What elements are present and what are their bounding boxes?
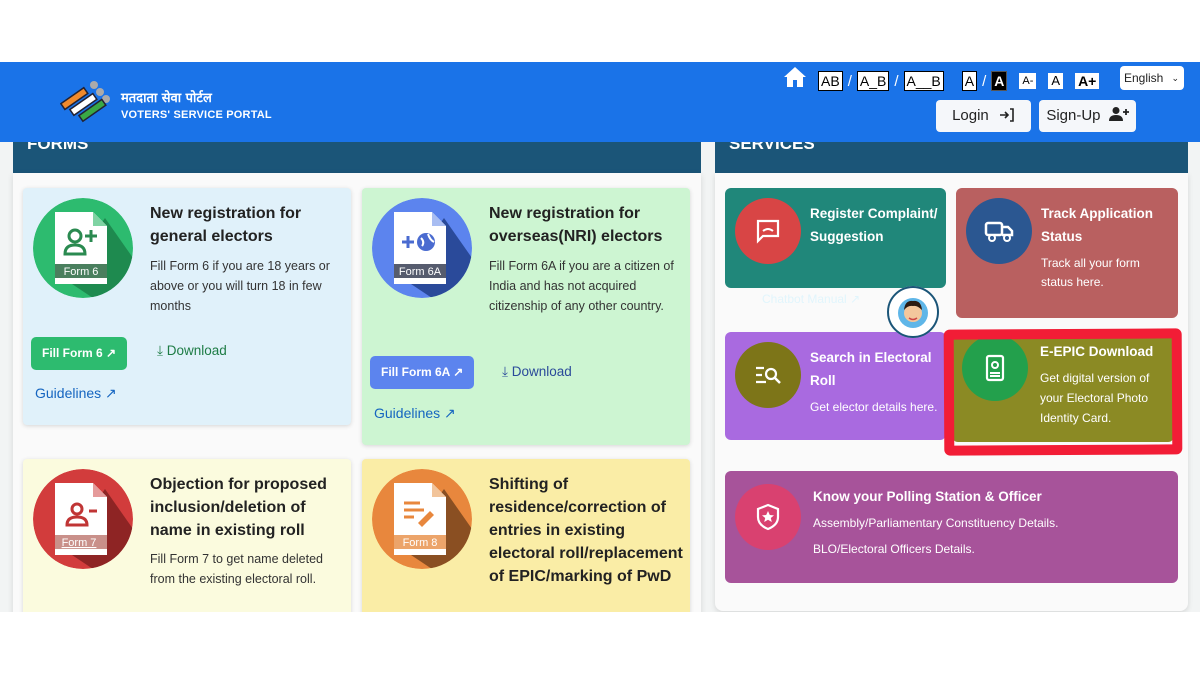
search-list-icon [735,342,801,408]
spacing-medium-button[interactable]: A_B [856,71,890,91]
user-plus-icon: Form 6 [33,198,133,298]
form-icon-label: Form 6 [64,266,99,278]
arrow-up-right-icon: ↗ [106,346,117,360]
signup-button[interactable]: Sign-Up [1039,100,1136,132]
brand-english: VOTERS' SERVICE PORTAL [121,109,272,121]
separator: / [982,72,987,90]
form-title: New registration for overseas(NRI) elect… [489,205,663,245]
service-description: BLO/Electoral Officers Details. [813,542,975,556]
arrow-up-right-icon: ↗ [444,405,456,421]
faint-link-text: Chatbot Manual [762,292,847,306]
signup-label: Sign-Up [1046,107,1101,124]
register-complaint-card[interactable]: Register Complaint/ Suggestion [725,188,946,288]
chevron-down-icon: ⌄ [1171,73,1179,83]
login-label: Login [952,107,989,124]
fill-label: Fill Form 6 [42,346,103,360]
fill-form-6-button[interactable]: Fill Form 6 ↗ [31,337,128,370]
service-description: Assembly/Parliamentary Constituency Deta… [813,516,1059,530]
form-title: New registration for general electors [150,205,302,245]
download-form-6-link[interactable]: ⤓ Download [157,343,227,359]
brand-hindi: मतदाता सेवा पोर्टल [121,91,212,106]
id-card-icon [962,335,1028,401]
service-title: Register Complaint/ Suggestion [810,206,938,244]
form-icon-label: Form 7 [62,537,97,549]
language-select[interactable]: English ⌄ [1120,66,1184,90]
chatbot-manual-link[interactable]: Chatbot Manual ↗ [762,292,860,306]
form-icon-label: Form 6A [399,266,442,278]
guidelines-form-6a-link[interactable]: Guidelines ↗ [374,405,456,422]
chat-icon [735,198,801,264]
language-value: English [1124,71,1164,85]
form-7-card: Form 7 Objection for proposed inclusion/… [23,459,351,612]
e-epic-download-card[interactable]: E-EPIC Download Get digital version of y… [952,330,1174,442]
browser-viewport: मतदाता सेवा पोर्टल VOTERS' SERVICE PORTA… [0,62,1200,612]
voter-mitra-avatar-icon [887,286,939,338]
voter-mitra-chatbot[interactable] [887,286,939,338]
download-icon: ⤓ [502,364,508,379]
form-description: Fill Form 7 to get name deleted from the… [150,552,323,586]
service-title: Search in Electoral Roll [810,350,932,388]
shield-star-icon [735,484,801,550]
service-title: Know your Polling Station & Officer [813,489,1042,504]
form-title: Shifting of residence/correction of entr… [489,476,683,585]
edit-list-icon: Form 8 [372,469,472,569]
form-description: Fill Form 6 if you are 18 years or above… [150,259,330,313]
guidelines-label: Guidelines [374,405,441,421]
arrow-up-right-icon: ↗ [105,385,117,401]
download-form-6a-link[interactable]: ⤓ Download [502,364,572,380]
search-electoral-roll-card[interactable]: Search in Electoral Roll Get elector det… [725,332,946,440]
spacing-normal-button[interactable]: AB [818,71,843,91]
arrow-up-right-icon: ↗ [453,365,464,379]
download-label: Download [511,364,572,379]
service-description: Get digital version of your Electoral Ph… [1040,371,1150,425]
polling-station-card[interactable]: Know your Polling Station & Officer Asse… [725,471,1178,583]
download-icon: ⤓ [157,343,163,358]
contrast-high-button[interactable]: A [991,71,1008,91]
track-application-card[interactable]: Track Application Status Track all your … [956,188,1178,318]
service-description: Get elector details here. [810,400,938,414]
font-increase-button[interactable]: A+ [1075,73,1100,89]
logo-icon [60,81,110,123]
form-8-card: Form 8 Shifting of residence/correction … [362,459,690,612]
service-title: Track Application Status [1041,206,1154,244]
service-description: Track all your form status here. [1041,256,1140,289]
contrast-normal-button[interactable]: A [961,71,978,91]
login-button[interactable]: Login [936,100,1031,132]
separator: / [894,72,899,90]
form-6-card: Form 6 New registration for general elec… [23,188,351,425]
truck-icon [966,198,1032,264]
spacing-wide-button[interactable]: A__B [903,71,944,91]
font-normal-button[interactable]: A [1048,73,1064,89]
page: मतदाता सेवा पोर्टल VOTERS' SERVICE PORTA… [0,0,1200,675]
form-6a-card: Form 6A New registration for overseas(NR… [362,188,690,445]
services-panel-heading: SERVICES [715,135,1188,173]
forms-panel-heading: FORMS [13,135,701,173]
separator: / [847,72,852,90]
fill-label: Fill Form 6A [381,365,450,379]
globe-plus-icon: Form 6A [372,198,472,298]
login-icon [999,108,1014,122]
font-decrease-button[interactable]: A- [1019,73,1037,89]
user-minus-icon: Form 7 [33,469,133,569]
site-header: मतदाता सेवा पोर्टल VOTERS' SERVICE PORTA… [0,62,1200,142]
guidelines-label: Guidelines [35,385,102,401]
form-icon-label: Form 8 [403,537,438,549]
guidelines-form-6-link[interactable]: Guidelines ↗ [35,385,117,402]
form-description: Fill Form 6A if you are a citizen of Ind… [489,259,674,313]
user-plus-icon [1108,107,1129,121]
accessibility-toolbar: AB / A_B / A__B A / A A- A A+ [818,70,1100,92]
fill-form-6a-button[interactable]: Fill Form 6A ↗ [370,356,475,389]
service-title: E-EPIC Download [1040,344,1154,359]
home-icon[interactable] [783,66,807,88]
download-label: Download [166,343,227,358]
form-title: Objection for proposed inclusion/deletio… [150,476,327,539]
